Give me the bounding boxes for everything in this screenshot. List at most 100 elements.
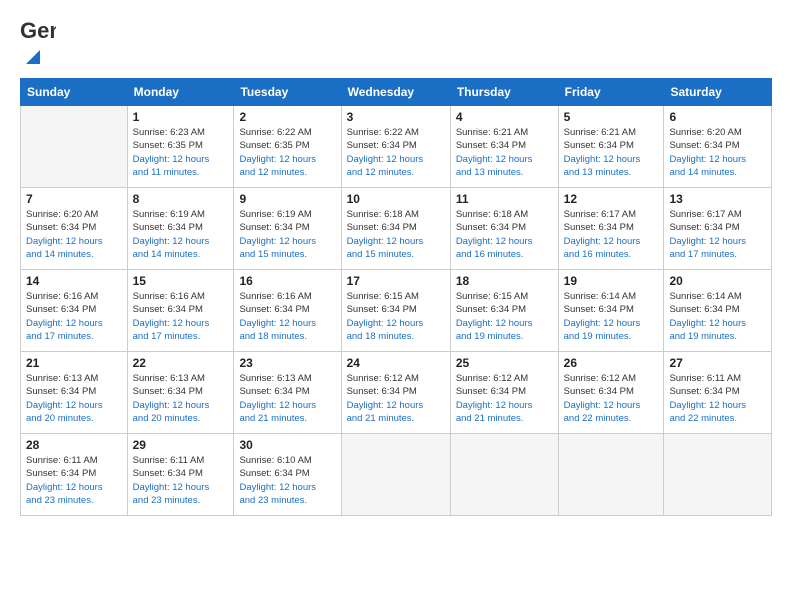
sunrise-text: Sunrise: 6:17 AM bbox=[669, 208, 766, 221]
calendar-cell: 18Sunrise: 6:15 AMSunset: 6:34 PMDayligh… bbox=[450, 270, 558, 352]
calendar-cell: 15 Sunrise: 6:16 AMSunset: 6:34 PMDayligh… bbox=[127, 270, 234, 352]
calendar-cell bbox=[21, 106, 128, 188]
day-number: 9 bbox=[239, 192, 335, 206]
sunset-text: Sunset: 6:34 PM bbox=[133, 385, 229, 398]
day-info: Sunrise: 6:14 AMSunset: 6:34 PMDaylight:… bbox=[669, 290, 766, 343]
sunrise-text: Sunrise: 6:14 AM bbox=[564, 290, 659, 303]
calendar-cell: 11Sunrise: 6:18 AMSunset: 6:34 PMDayligh… bbox=[450, 188, 558, 270]
daylight-text: Daylight: 12 hoursand 18 minutes. bbox=[347, 317, 445, 344]
day-number: 25 bbox=[456, 356, 553, 370]
sunset-text: Sunset: 6:34 PM bbox=[564, 221, 659, 234]
day-number: 2 bbox=[239, 110, 335, 124]
sunset-text: Sunset: 6:34 PM bbox=[669, 139, 766, 152]
sunrise-text: Sunrise: 6:16 AM bbox=[239, 290, 335, 303]
day-info: Sunrise: 6:19 AMSunset: 6:34 PMDaylight:… bbox=[239, 208, 335, 261]
sunset-text: Sunset: 6:34 PM bbox=[239, 385, 335, 398]
sunrise-text: Sunrise: 6:13 AM bbox=[26, 372, 122, 385]
daylight-text: Daylight: 12 hoursand 16 minutes. bbox=[564, 235, 659, 262]
daylight-text: Daylight: 12 hoursand 13 minutes. bbox=[456, 153, 553, 180]
day-info: Sunrise: 6:18 AMSunset: 6:34 PMDaylight:… bbox=[347, 208, 445, 261]
calendar-week-row: 21Sunrise: 6:13 AMSunset: 6:34 PMDayligh… bbox=[21, 352, 772, 434]
day-number: 21 bbox=[26, 356, 122, 370]
daylight-text: Daylight: 12 hoursand 14 minutes. bbox=[26, 235, 122, 262]
sunrise-text: Sunrise: 6:11 AM bbox=[669, 372, 766, 385]
calendar-week-row: 28 Sunrise: 6:11 AM Sunset: 6:34 PM Dayligh… bbox=[21, 434, 772, 516]
calendar-cell: 14Sunrise: 6:16 AMSunset: 6:34 PMDayligh… bbox=[21, 270, 128, 352]
calendar-cell: 24Sunrise: 6:12 AMSunset: 6:34 PMDayligh… bbox=[341, 352, 450, 434]
sunrise-text: Sunrise: 6:12 AM bbox=[456, 372, 553, 385]
sunset-text: Sunset: 6:34 PM bbox=[347, 139, 445, 152]
sunset-text: Sunset: 6:34 PM bbox=[26, 385, 122, 398]
day-info: Sunrise: 6:17 AMSunset: 6:34 PMDaylight:… bbox=[669, 208, 766, 261]
daylight-text: Daylight: 12 hoursand 17 minutes. bbox=[26, 317, 122, 344]
day-number: 5 bbox=[564, 110, 659, 124]
day-number: 15 bbox=[133, 274, 229, 288]
calendar-day-header: Thursday bbox=[450, 79, 558, 106]
day-number: 8 bbox=[133, 192, 229, 206]
daylight-text: Daylight: 12 hoursand 19 minutes. bbox=[456, 317, 553, 344]
day-number: 3 bbox=[347, 110, 445, 124]
sunset-text: Sunset: 6:34 PM bbox=[564, 139, 659, 152]
daylight-text: Daylight: 12 hoursand 21 minutes. bbox=[456, 399, 553, 426]
sunrise-text: Sunrise: 6:12 AM bbox=[347, 372, 445, 385]
calendar-cell: 25 Sunrise: 6:12 AMSunset: 6:34 PMDayligh… bbox=[450, 352, 558, 434]
sunrise-text: Sunrise: 6:13 AM bbox=[239, 372, 335, 385]
sunrise-text: Sunrise: 6:20 AM bbox=[26, 208, 122, 221]
sunset-text: Sunset: 6:34 PM bbox=[669, 385, 766, 398]
calendar-cell: 6 Sunrise: 6:20 AMSunset: 6:34 PMDaylight… bbox=[664, 106, 772, 188]
day-info: Sunrise: 6:20 AMSunset: 6:34 PMDaylight:… bbox=[669, 126, 766, 179]
day-number: 22 bbox=[133, 356, 229, 370]
calendar-cell: 12Sunrise: 6:17 AMSunset: 6:34 PMDayligh… bbox=[558, 188, 664, 270]
day-info: Sunrise: 6:21 AMSunset: 6:34 PMDaylight:… bbox=[564, 126, 659, 179]
day-info: Sunrise: 6:14 AMSunset: 6:34 PMDaylight:… bbox=[564, 290, 659, 343]
daylight-text: Daylight: 12 hoursand 22 minutes. bbox=[564, 399, 659, 426]
day-info: Sunrise: 6:17 AMSunset: 6:34 PMDaylight:… bbox=[564, 208, 659, 261]
day-number: 10 bbox=[347, 192, 445, 206]
daylight-text: Daylight: 12 hoursand 15 minutes. bbox=[239, 235, 335, 262]
sunset-text: Sunset: 6:34 PM bbox=[133, 221, 229, 234]
day-info: Sunrise: 6:16 AMSunset: 6:34 PMDaylight:… bbox=[133, 290, 229, 343]
daylight-text: Daylight: 12 hoursand 20 minutes. bbox=[26, 399, 122, 426]
sunrise-text: Sunrise: 6:11 AM bbox=[26, 454, 122, 467]
sunset-text: Sunset: 6:34 PM bbox=[564, 385, 659, 398]
sunset-text: Sunset: 6:34 PM bbox=[456, 221, 553, 234]
calendar-cell: 19Sunrise: 6:14 AMSunset: 6:34 PMDayligh… bbox=[558, 270, 664, 352]
sunrise-text: Sunrise: 6:13 AM bbox=[133, 372, 229, 385]
calendar-cell bbox=[450, 434, 558, 516]
daylight-text: Daylight: 12 hoursand 19 minutes. bbox=[564, 317, 659, 344]
day-number: 29 bbox=[133, 438, 229, 452]
sunset-text: Sunset: 6:34 PM bbox=[347, 221, 445, 234]
sunrise-text: Sunrise: 6:19 AM bbox=[133, 208, 229, 221]
sunset-text: Sunset: 6:35 PM bbox=[133, 139, 229, 152]
sunrise-text: Sunrise: 6:15 AM bbox=[456, 290, 553, 303]
daylight-text: Daylight: 12 hoursand 23 minutes. bbox=[26, 481, 122, 508]
day-number: 28 bbox=[26, 438, 122, 452]
calendar-cell: 10 Sunrise: 6:18 AMSunset: 6:34 PMDayligh… bbox=[341, 188, 450, 270]
calendar-cell: 8Sunrise: 6:19 AMSunset: 6:34 PMDaylight… bbox=[127, 188, 234, 270]
sunset-text: Sunset: 6:34 PM bbox=[456, 385, 553, 398]
calendar-day-header: Tuesday bbox=[234, 79, 341, 106]
day-number: 11 bbox=[456, 192, 553, 206]
sunset-text: Sunset: 6:34 PM bbox=[239, 221, 335, 234]
calendar-day-header: Monday bbox=[127, 79, 234, 106]
day-number: 1 bbox=[133, 110, 229, 124]
day-info: Sunrise: 6:12 AMSunset: 6:34 PMDaylight:… bbox=[456, 372, 553, 425]
daylight-text: Daylight: 12 hoursand 11 minutes. bbox=[133, 153, 229, 180]
calendar-cell: 27Sunrise: 6:11 AMSunset: 6:34 PMDayligh… bbox=[664, 352, 772, 434]
day-info: Sunrise: 6:10 AMSunset: 6:34 PMDaylight:… bbox=[239, 454, 335, 507]
calendar-table: SundayMondayTuesdayWednesdayThursdayFrid… bbox=[20, 78, 772, 516]
day-info: Sunrise: 6:21 AMSunset: 6:34 PMDaylight:… bbox=[456, 126, 553, 179]
day-info: Sunrise: 6:13 AMSunset: 6:34 PMDaylight:… bbox=[133, 372, 229, 425]
day-info: Sunrise: 6:16 AMSunset: 6:34 PMDaylight:… bbox=[26, 290, 122, 343]
sunset-text: Sunset: 6:35 PM bbox=[239, 139, 335, 152]
sunset-text: Sunset: 6:34 PM bbox=[456, 303, 553, 316]
sunrise-text: Sunrise: 6:16 AM bbox=[133, 290, 229, 303]
day-number: 6 bbox=[669, 110, 766, 124]
day-info: Sunrise: 6:16 AMSunset: 6:34 PMDaylight:… bbox=[239, 290, 335, 343]
calendar-cell: 7Sunrise: 6:20 AMSunset: 6:34 PMDaylight… bbox=[21, 188, 128, 270]
sunset-text: Sunset: 6:34 PM bbox=[239, 303, 335, 316]
calendar-cell: 29Sunrise: 6:11 AMSunset: 6:34 PMDayligh… bbox=[127, 434, 234, 516]
daylight-text: Daylight: 12 hoursand 12 minutes. bbox=[239, 153, 335, 180]
sunset-text: Sunset: 6:34 PM bbox=[133, 467, 229, 480]
daylight-text: Daylight: 12 hoursand 12 minutes. bbox=[347, 153, 445, 180]
